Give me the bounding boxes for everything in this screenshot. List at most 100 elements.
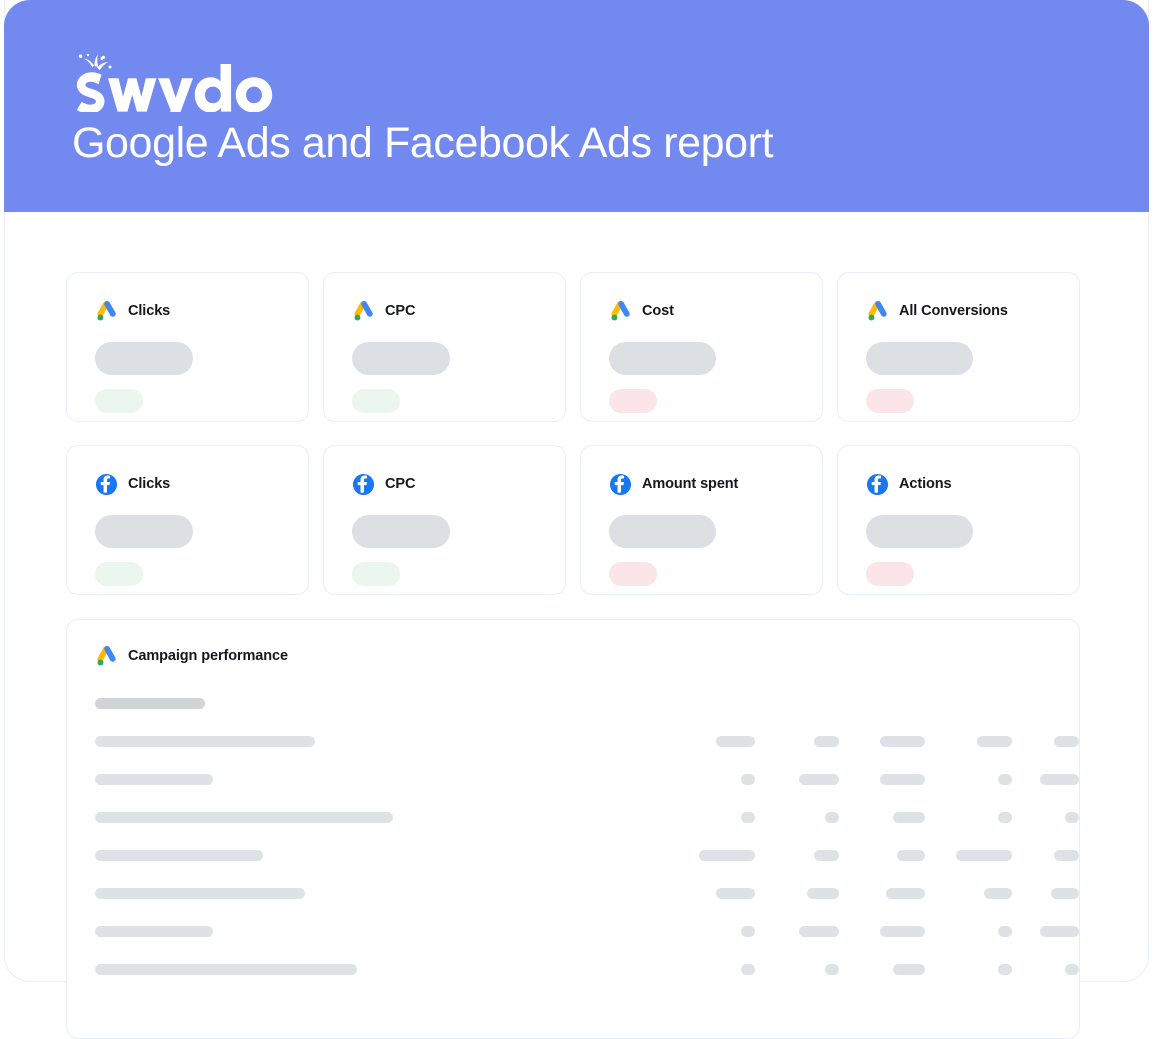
table-cell-label-placeholder	[95, 736, 315, 747]
table-caption-placeholder	[95, 698, 205, 709]
kpi-label: Clicks	[128, 303, 171, 319]
kpi-label: Amount spent	[642, 476, 739, 492]
table-row[interactable]	[95, 913, 1079, 951]
kpi-card-header: Clicks	[95, 472, 308, 496]
google-ads-icon	[352, 300, 375, 323]
kpi-value-placeholder	[866, 515, 973, 548]
kpi-row-google-ads: Clicks CPC Cost All Conversions	[66, 272, 1080, 422]
kpi-card-header: Clicks	[95, 299, 308, 323]
table-cell-label-placeholder	[95, 850, 263, 861]
kpi-value-placeholder	[95, 342, 193, 375]
table-row[interactable]	[95, 723, 1079, 761]
table-cell-metric-placeholder	[893, 964, 925, 975]
kpi-card-header: CPC	[352, 299, 565, 323]
table-cell-metric-placeholder	[799, 926, 839, 937]
kpi-label: Actions	[899, 476, 952, 492]
facebook-icon	[95, 473, 118, 496]
report-page: Google Ads and Facebook Ads report Click…	[0, 0, 1155, 1039]
table-cell-metric-placeholder	[741, 774, 755, 785]
kpi-delta-placeholder	[95, 562, 143, 586]
table-cell-metric-placeholder	[998, 774, 1012, 785]
table-cell-label-placeholder	[95, 888, 305, 899]
table-cell-metric-placeholder	[956, 850, 1012, 861]
kpi-label: CPC	[385, 476, 416, 492]
kpi-card-header: Amount spent	[609, 472, 822, 496]
kpi-value-placeholder	[609, 342, 716, 375]
google-ads-icon	[95, 300, 118, 323]
kpi-value-placeholder	[95, 515, 193, 548]
table-cell-metric-placeholder	[893, 812, 925, 823]
page-title: Google Ads and Facebook Ads report	[72, 119, 774, 167]
table-cell-metric-placeholder	[880, 736, 925, 747]
kpi-value-placeholder	[866, 342, 973, 375]
kpi-card-google-clicks[interactable]: Clicks	[66, 272, 309, 422]
kpi-delta-placeholder	[866, 562, 914, 586]
kpi-card-google-cost[interactable]: Cost	[580, 272, 823, 422]
kpi-card-header: Actions	[866, 472, 1079, 496]
table-row[interactable]	[95, 799, 1079, 837]
table-cell-metric-placeholder	[825, 812, 839, 823]
kpi-delta-placeholder	[95, 389, 143, 413]
table-cell-metric-placeholder	[1054, 736, 1079, 747]
kpi-card-header: All Conversions	[866, 299, 1079, 323]
kpi-card-facebook-actions[interactable]: Actions	[837, 445, 1080, 595]
table-cell-metric-placeholder	[1051, 888, 1079, 899]
kpi-card-facebook-amount-spent[interactable]: Amount spent	[580, 445, 823, 595]
kpi-card-header: CPC	[352, 472, 565, 496]
kpi-label: Cost	[642, 303, 674, 319]
kpi-delta-placeholder	[352, 389, 400, 413]
kpi-delta-placeholder	[352, 562, 400, 586]
campaign-performance-header: Campaign performance	[67, 644, 1079, 668]
table-cell-metric-placeholder	[1054, 850, 1079, 861]
table-cell-metric-placeholder	[814, 850, 839, 861]
table-row[interactable]	[95, 837, 1079, 875]
table-cell-metric-placeholder	[741, 926, 755, 937]
google-ads-icon	[866, 300, 889, 323]
table-cell-metric-placeholder	[699, 850, 755, 861]
kpi-card-facebook-cpc[interactable]: CPC	[323, 445, 566, 595]
table-row[interactable]	[95, 761, 1079, 799]
table-cell-metric-placeholder	[880, 774, 925, 785]
table-cell-label-placeholder	[95, 964, 357, 975]
kpi-card-google-cpc[interactable]: CPC	[323, 272, 566, 422]
table-cell-metric-placeholder	[880, 926, 925, 937]
kpi-delta-placeholder	[609, 389, 657, 413]
google-ads-icon	[95, 645, 118, 668]
report-body: Clicks CPC Cost All Conversions Clicks C…	[0, 212, 1149, 1039]
kpi-row-facebook-ads: Clicks CPC Amount spent Actions	[66, 445, 1080, 595]
kpi-card-header: Cost	[609, 299, 822, 323]
table-cell-label-placeholder	[95, 926, 213, 937]
table-cell-metric-placeholder	[1040, 926, 1079, 937]
swydo-logo-icon	[70, 54, 290, 112]
table-cell-metric-placeholder	[799, 774, 839, 785]
campaign-performance-card[interactable]: Campaign performance	[66, 619, 1080, 1039]
table-row[interactable]	[95, 875, 1079, 913]
table-cell-metric-placeholder	[897, 850, 925, 861]
table-cell-metric-placeholder	[977, 736, 1012, 747]
table-row[interactable]	[95, 951, 1079, 989]
table-cell-metric-placeholder	[716, 888, 755, 899]
table-cell-label-placeholder	[95, 812, 393, 823]
kpi-value-placeholder	[352, 515, 450, 548]
report-header: Google Ads and Facebook Ads report	[4, 0, 1149, 212]
kpi-card-google-all-conversions[interactable]: All Conversions	[837, 272, 1080, 422]
kpi-delta-placeholder	[609, 562, 657, 586]
facebook-icon	[866, 473, 889, 496]
table-cell-metric-placeholder	[998, 812, 1012, 823]
table-cell-metric-placeholder	[998, 964, 1012, 975]
table-cell-metric-placeholder	[741, 964, 755, 975]
campaign-performance-title: Campaign performance	[128, 648, 288, 664]
kpi-value-placeholder	[609, 515, 716, 548]
table-cell-label-placeholder	[95, 774, 213, 785]
table-cell-metric-placeholder	[1065, 812, 1079, 823]
kpi-card-facebook-clicks[interactable]: Clicks	[66, 445, 309, 595]
kpi-label: All Conversions	[899, 303, 1008, 319]
table-cell-metric-placeholder	[807, 888, 839, 899]
kpi-label: Clicks	[128, 476, 171, 492]
kpi-value-placeholder	[352, 342, 450, 375]
table-cell-metric-placeholder	[886, 888, 925, 899]
facebook-icon	[352, 473, 375, 496]
table-body	[67, 723, 1079, 989]
table-cell-metric-placeholder	[1065, 964, 1079, 975]
table-cell-metric-placeholder	[998, 926, 1012, 937]
